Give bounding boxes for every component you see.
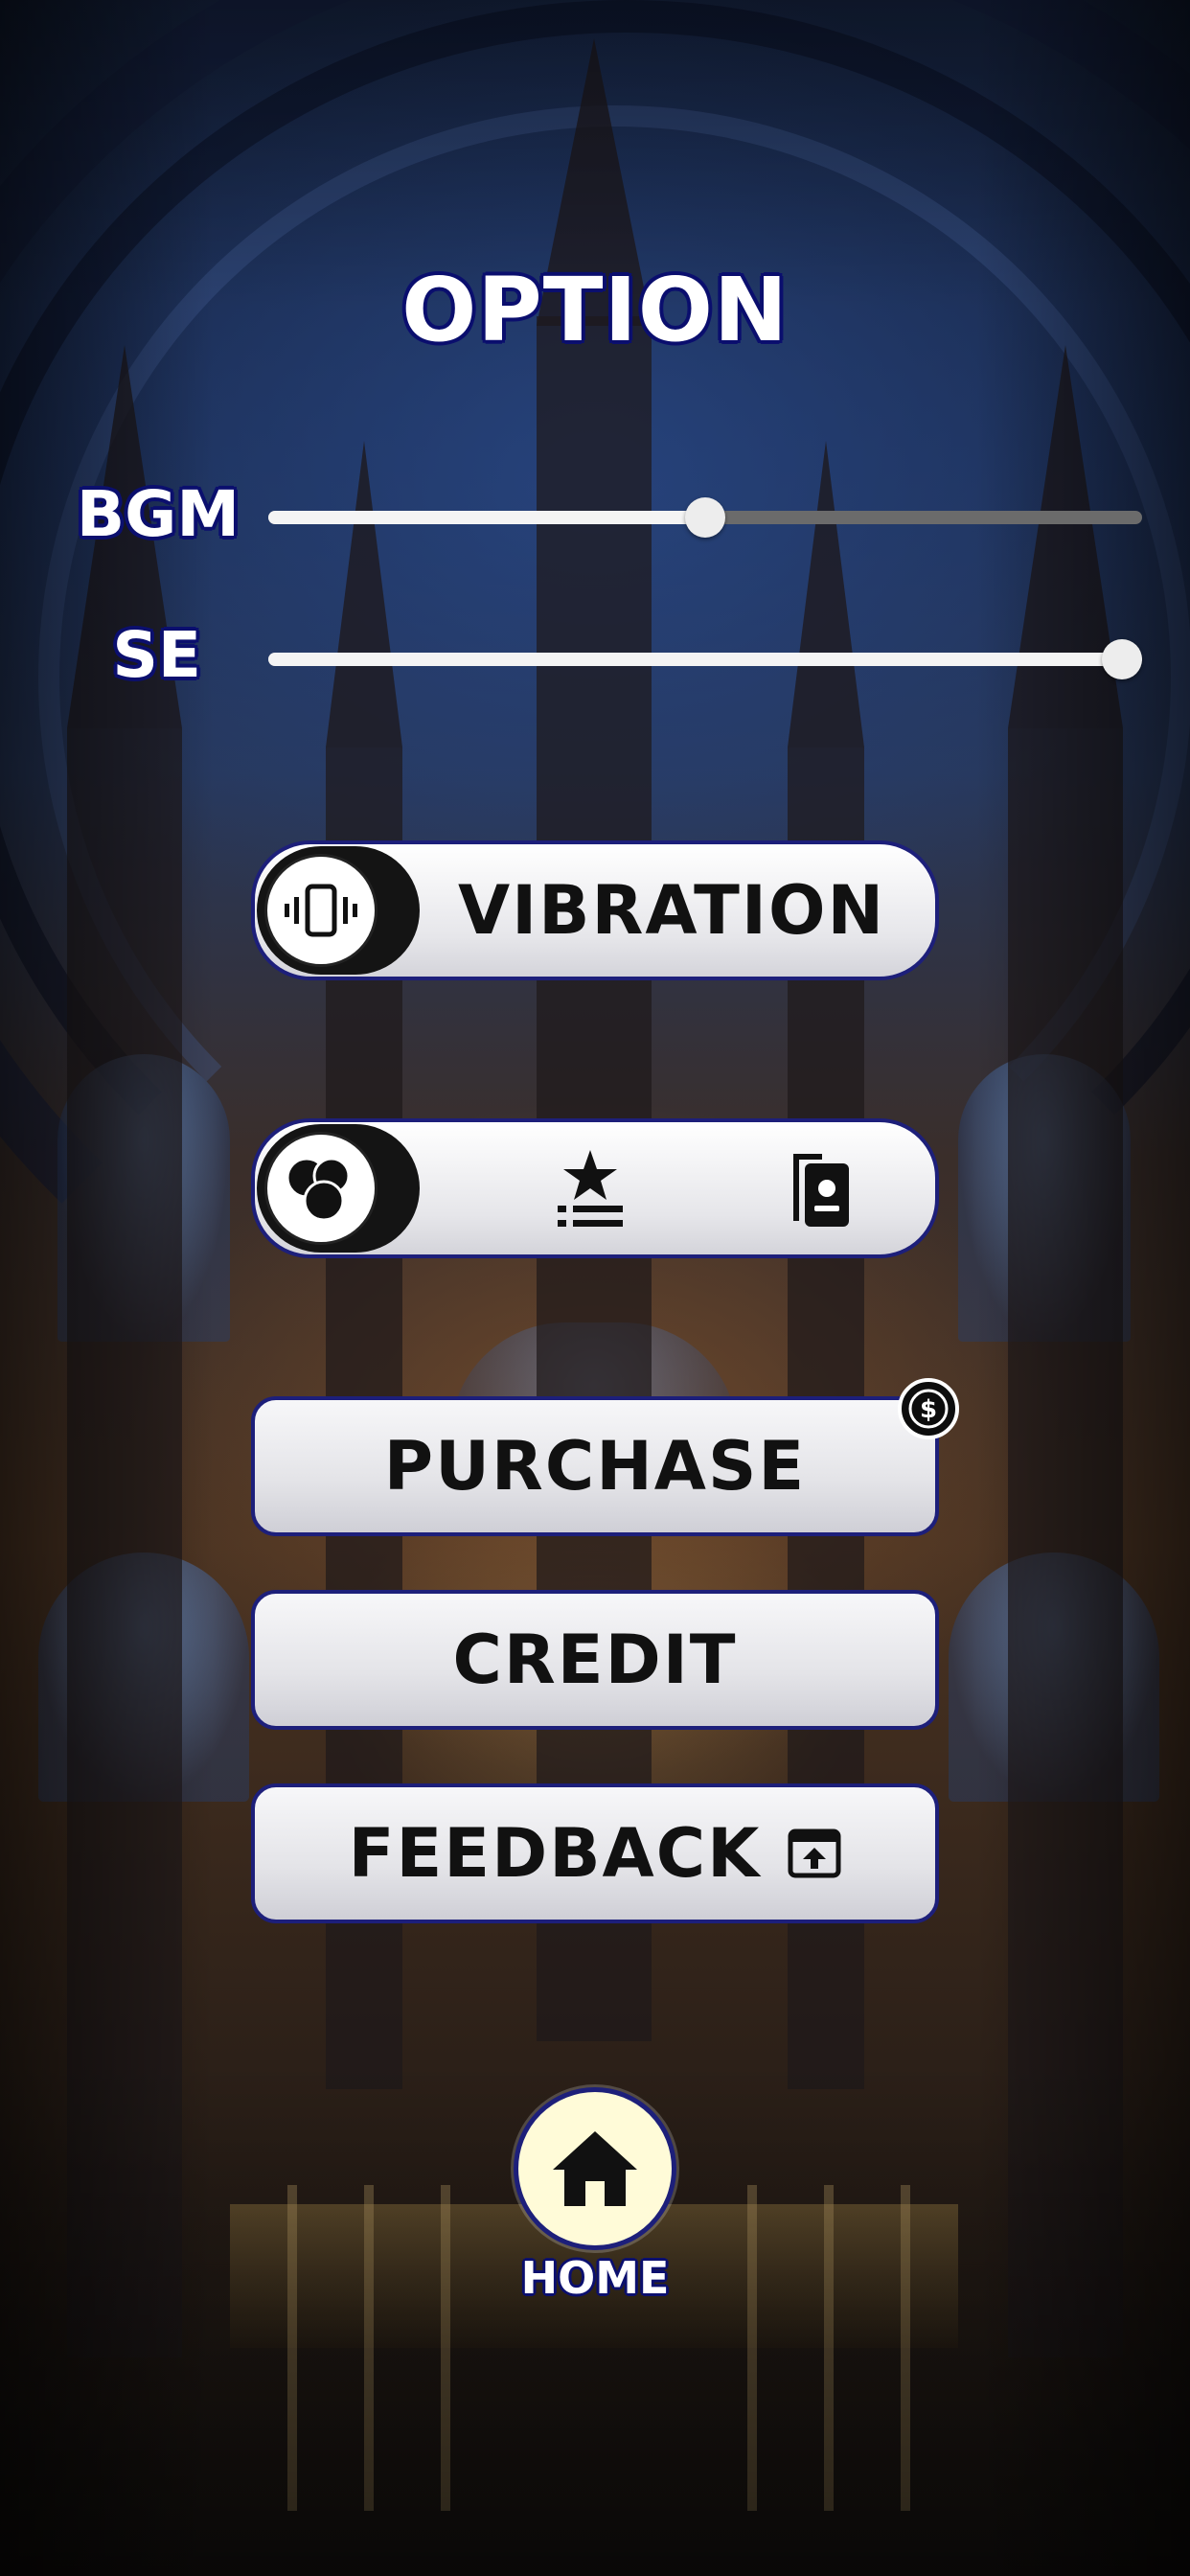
se-slider-fill [268, 653, 1142, 666]
bgm-slider-thumb[interactable] [685, 497, 725, 538]
house-icon [553, 2131, 637, 2206]
vibrate-icon [264, 854, 378, 967]
credit-button[interactable]: CREDIT [251, 1590, 939, 1730]
vibration-toggle-switch[interactable] [257, 846, 420, 975]
se-slider-thumb[interactable] [1102, 639, 1142, 679]
bgm-slider-fill [268, 511, 705, 524]
feedback-label: FEEDBACK [348, 1814, 762, 1893]
purchase-button[interactable]: PURCHASE [251, 1396, 939, 1536]
home-label: HOME [520, 2252, 670, 2304]
credit-label: CREDIT [452, 1621, 738, 1699]
cards-icon[interactable] [772, 1143, 864, 1235]
display-mode-toggle[interactable] [251, 1118, 939, 1258]
display-mode-toggle-switch[interactable] [257, 1124, 420, 1253]
dollar-coin-icon: $ [898, 1378, 959, 1439]
se-label: SE [112, 618, 201, 692]
vibration-toggle-button[interactable]: VIBRATION [251, 840, 939, 980]
se-volume-slider[interactable] [268, 639, 1142, 679]
purchase-label: PURCHASE [383, 1427, 807, 1506]
home-button[interactable] [514, 2087, 676, 2250]
ranking-icon[interactable] [544, 1143, 636, 1235]
bgm-volume-slider[interactable] [268, 497, 1142, 538]
bubbles-icon [264, 1132, 378, 1245]
svg-text:$: $ [920, 1395, 937, 1424]
vibration-label: VIBRATION [457, 871, 886, 950]
bgm-label: BGM [76, 477, 240, 551]
page-title: OPTION [401, 259, 789, 361]
external-open-icon [788, 1828, 841, 1878]
feedback-button[interactable]: FEEDBACK [251, 1783, 939, 1923]
